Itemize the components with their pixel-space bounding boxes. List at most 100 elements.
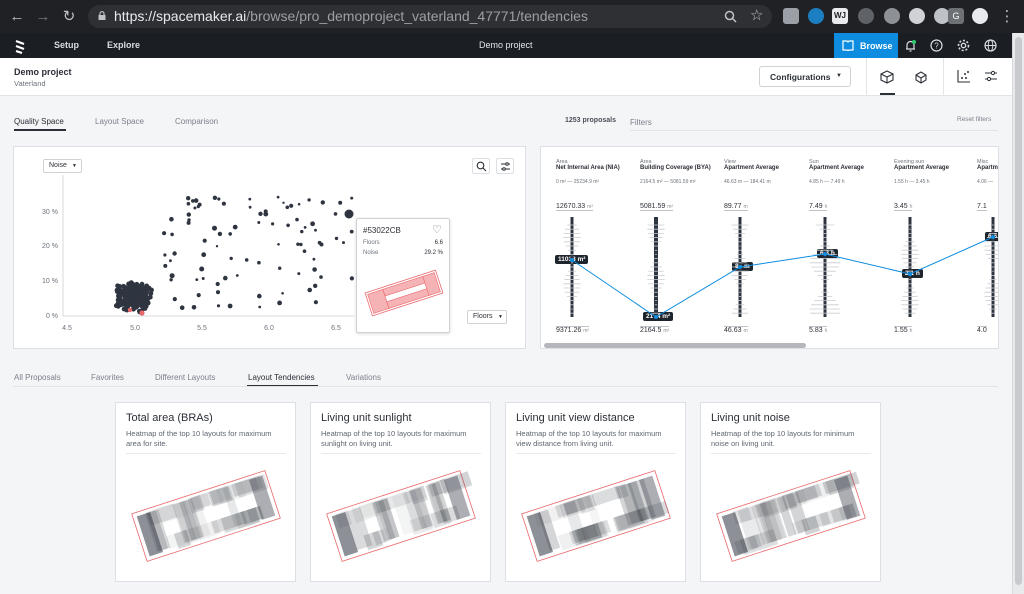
tendency-card-description: Heatmap of the top 10 layouts for maximu… — [321, 429, 467, 448]
scatter-point — [349, 276, 354, 281]
scatter-point — [125, 296, 131, 302]
x-axis-select[interactable]: Floors ▼ — [467, 310, 507, 324]
scatter-points — [113, 195, 354, 316]
extension-grey-icon[interactable] — [858, 8, 874, 24]
tab-layout-tendencies[interactable]: Layout Tendencies — [248, 373, 315, 382]
nav-setup[interactable]: Setup — [54, 40, 79, 50]
scatter-point — [277, 243, 280, 246]
tooltip-noise-label: Noise — [363, 250, 379, 256]
scatter-point — [143, 303, 149, 309]
heart-icon[interactable]: ♡ — [432, 223, 442, 236]
address-bar[interactable]: https://spacemaker.ai/browse/pro_demopro… — [88, 5, 772, 28]
x-tick: 5.5 — [197, 325, 207, 332]
tab-comparison[interactable]: Comparison — [175, 117, 218, 126]
y-tick: 0 % — [46, 313, 58, 320]
url-path: /browse/pro_demoproject_vaterland_47771/… — [246, 8, 588, 24]
scatter-point-selected — [139, 310, 145, 316]
scatter-plot-icon[interactable] — [957, 69, 971, 83]
nav-explore[interactable]: Explore — [107, 40, 140, 50]
profile-avatar[interactable] — [972, 8, 988, 24]
browser-chrome: ← → ↻ https://spacemaker.ai/browse/pro_d… — [0, 0, 1024, 33]
extension-face-icon[interactable] — [884, 8, 900, 24]
extension-g-icon[interactable]: G — [948, 8, 964, 24]
scatter-point — [115, 301, 121, 307]
horizontal-scrollbar-thumb[interactable] — [544, 343, 806, 348]
tendency-card-title: Living unit view distance — [516, 412, 635, 424]
globe-icon[interactable] — [984, 39, 997, 52]
reset-filters-link[interactable]: Reset filters — [957, 116, 991, 123]
scatter-point — [319, 275, 323, 279]
divider — [13, 386, 998, 387]
extension-wj-icon[interactable]: WJ — [832, 8, 848, 24]
pc-selected-point — [738, 265, 742, 269]
scatter-point — [145, 296, 151, 302]
back-icon[interactable]: ← — [9, 9, 25, 25]
scatter-point-highlight — [344, 209, 354, 219]
url-text: https://spacemaker.ai/browse/pro_demopro… — [114, 8, 588, 24]
tab-quality-space[interactable]: Quality Space — [14, 117, 64, 126]
scatter-point — [122, 302, 128, 307]
divider — [711, 453, 871, 454]
extension-chat-icon[interactable] — [783, 8, 799, 24]
scatter-point — [193, 206, 197, 210]
scatter-point — [300, 229, 304, 234]
x-tick: 6.0 — [264, 325, 274, 332]
page-scrollbar[interactable] — [1012, 33, 1024, 594]
url-host: https://spacemaker.ai — [114, 8, 247, 24]
filter-sliders-icon[interactable] — [984, 69, 998, 83]
scatter-point — [217, 231, 223, 237]
notification-bell-icon[interactable] — [904, 39, 917, 52]
scatter-point — [163, 253, 167, 257]
scatter-point — [212, 195, 218, 200]
help-icon[interactable]: ? — [930, 39, 943, 52]
tendency-card[interactable]: Total area (BRAs) Heatmap of the top 10 l… — [115, 402, 296, 582]
extension-blue-icon[interactable] — [808, 8, 824, 24]
scatter-point — [313, 300, 318, 305]
tab-variations[interactable]: Variations — [346, 373, 381, 382]
tendency-card[interactable]: Living unit sunlight Heatmap of the top 1… — [310, 402, 491, 582]
tab-different-layouts[interactable]: Different Layouts — [155, 373, 215, 382]
zoom-icon[interactable] — [724, 10, 737, 23]
scatter-point — [299, 242, 303, 247]
parallel-coordinates-plot[interactable] — [541, 147, 999, 337]
scatter-point — [350, 196, 354, 200]
x-tick: 4.5 — [62, 325, 72, 332]
bookmark-star-icon[interactable]: ☆ — [750, 6, 763, 24]
project-location: Vaterland — [14, 79, 46, 88]
browse-button[interactable]: Browse — [834, 33, 898, 58]
scatter-point — [227, 303, 233, 309]
scatter-point — [139, 281, 145, 287]
tendency-card-description: Heatmap of the top 10 layouts for minimu… — [711, 429, 855, 448]
scatter-point — [217, 197, 221, 201]
tab-layout-space[interactable]: Layout Space — [95, 117, 144, 126]
tendency-card[interactable]: Living unit noise Heatmap of the top 10 l… — [700, 402, 881, 582]
3d-box-icon[interactable] — [880, 70, 894, 84]
browse-label: Browse — [860, 41, 893, 51]
reload-icon[interactable]: ↻ — [61, 9, 77, 25]
scatter-point-selected — [127, 307, 133, 313]
configurations-dropdown[interactable]: Configurations ▼ — [759, 66, 851, 87]
tab-favorites[interactable]: Favorites — [91, 373, 124, 382]
scatter-point — [191, 305, 197, 310]
scatter-point — [317, 240, 322, 245]
blocks-icon[interactable] — [914, 70, 928, 84]
spacemaker-logo-icon[interactable] — [14, 38, 26, 54]
scatter-point — [248, 205, 252, 209]
gear-icon[interactable] — [957, 39, 970, 52]
scatter-point — [216, 304, 221, 308]
scatter-point — [297, 202, 301, 206]
scatter-point — [313, 283, 318, 288]
forward-icon[interactable]: → — [35, 9, 51, 25]
scrollbar-thumb[interactable] — [1015, 37, 1022, 585]
menu-kebab-icon[interactable]: ⋮ — [999, 9, 1015, 25]
scatter-point — [257, 221, 261, 224]
proposal-tooltip[interactable]: #53022CB ♡ Floors 6.6 Noise 29.2 % — [356, 218, 450, 333]
chevron-down-icon: ▼ — [836, 73, 842, 79]
tendency-card[interactable]: Living unit view distance Heatmap of the … — [505, 402, 686, 582]
x-tick: 5.0 — [130, 325, 140, 332]
lock-icon — [98, 11, 106, 20]
tab-all-proposals[interactable]: All Proposals — [14, 373, 61, 382]
y-tick: 20 % — [42, 243, 58, 250]
extension-circle-icon[interactable] — [909, 8, 925, 24]
project-header: Demo project Vaterland Configurations ▼ — [0, 58, 1012, 96]
